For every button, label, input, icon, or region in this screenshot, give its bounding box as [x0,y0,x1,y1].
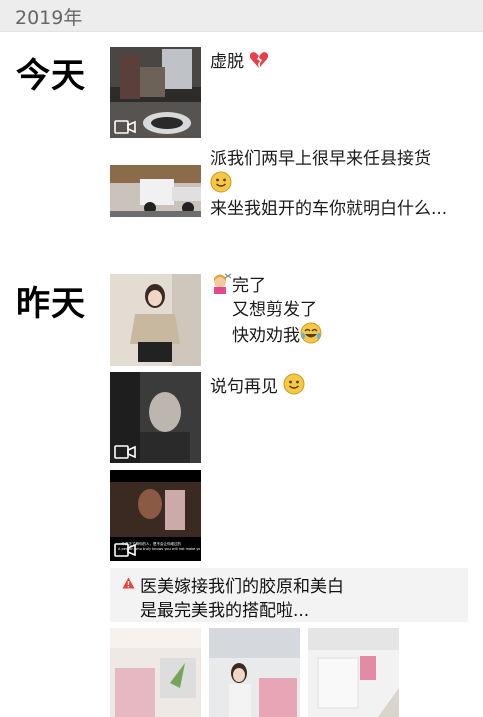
smiling-face-icon [210,171,232,193]
post-thumbnail-image[interactable] [308,628,399,717]
year-header: 2019年 [0,0,483,32]
caption-text: 说句再见 [210,377,278,397]
video-camera-icon [114,543,136,557]
truck-image [110,165,201,217]
post-caption: 派我们两早上很早来任县接货 来坐我姐开的车你就明白什么... [210,147,470,221]
caption-text: 快劝劝我 [232,326,300,346]
shared-article-line: 是最完美我的搭配啦... [140,601,310,621]
day-label-today: 今天 [16,56,86,96]
woman-haircut-icon [214,273,232,294]
salon-woman-image [209,628,300,717]
post-thumbnail-video[interactable]: 一个真正了解你的人，是不会让你难过的 A person who truly kn… [110,470,201,561]
post-caption: 说句再见 [210,373,470,399]
video-camera-icon [114,120,136,134]
caption-line-with-icon: 快劝劝我 [210,322,470,348]
red-triangle-icon [122,577,135,589]
post-thumbnail-image[interactable] [110,274,201,366]
clinic-interior-image [110,628,201,717]
broken-heart-icon [250,52,269,68]
caption-line-with-icon: 完了 [210,272,470,298]
smiling-face-icon [283,373,305,395]
post-caption: 虚脱 [210,50,470,74]
caption-line: 派我们两早上很早来任县接货 [210,149,431,169]
caption-emoji-line [210,171,470,197]
caption-text: 虚脱 [210,52,244,72]
post-thumbnail-image[interactable] [110,628,201,717]
caption-text: 完了 [232,276,266,296]
video-camera-icon [114,445,136,459]
post-thumbnail-image[interactable] [209,628,300,717]
post-thumbnail-image[interactable] [110,165,201,217]
staircase-lobby-image [308,628,399,717]
tears-of-joy-icon [300,322,322,344]
caption-line: 又想剪发了 [232,300,317,320]
post-thumbnail-video[interactable] [110,47,201,138]
caption-line: 来坐我姐开的车你就明白什么... [210,199,448,219]
day-label-yesterday: 昨天 [16,284,86,324]
shared-article-line: 医美嫁接我们的胶原和美白 [140,577,344,597]
post-caption: 完了 又想剪发了 快劝劝我 [210,272,470,348]
year-label: 2019年 [15,7,83,29]
post-thumbnail-video[interactable] [110,372,201,463]
shared-article[interactable]: 医美嫁接我们的胶原和美白 是最完美我的搭配啦... [110,568,468,622]
portrait-image [110,274,201,366]
